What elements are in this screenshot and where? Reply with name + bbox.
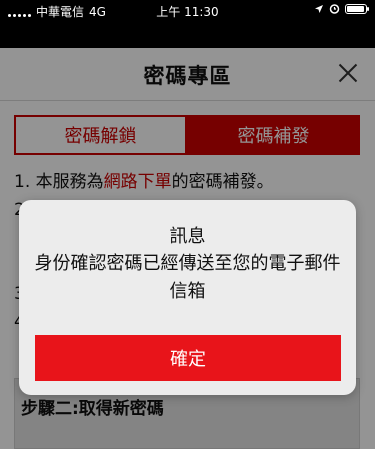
alarm-icon (329, 4, 340, 14)
dialog-message: 身份確認密碼已經傳送至您的電子郵件信箱 (34, 253, 341, 302)
confirm-button[interactable]: 確定 (35, 335, 341, 381)
location-icon (315, 4, 323, 13)
dialog-title: 訊息 (169, 226, 206, 247)
battery-icon (345, 3, 369, 14)
message-dialog: 訊息 身份確認密碼已經傳送至您的電子郵件信箱 確定 (19, 200, 356, 395)
status-right (314, 3, 369, 14)
battery-fill (347, 5, 364, 12)
status-bar: 中華電信 4G 上午 11:30 (0, 0, 375, 48)
